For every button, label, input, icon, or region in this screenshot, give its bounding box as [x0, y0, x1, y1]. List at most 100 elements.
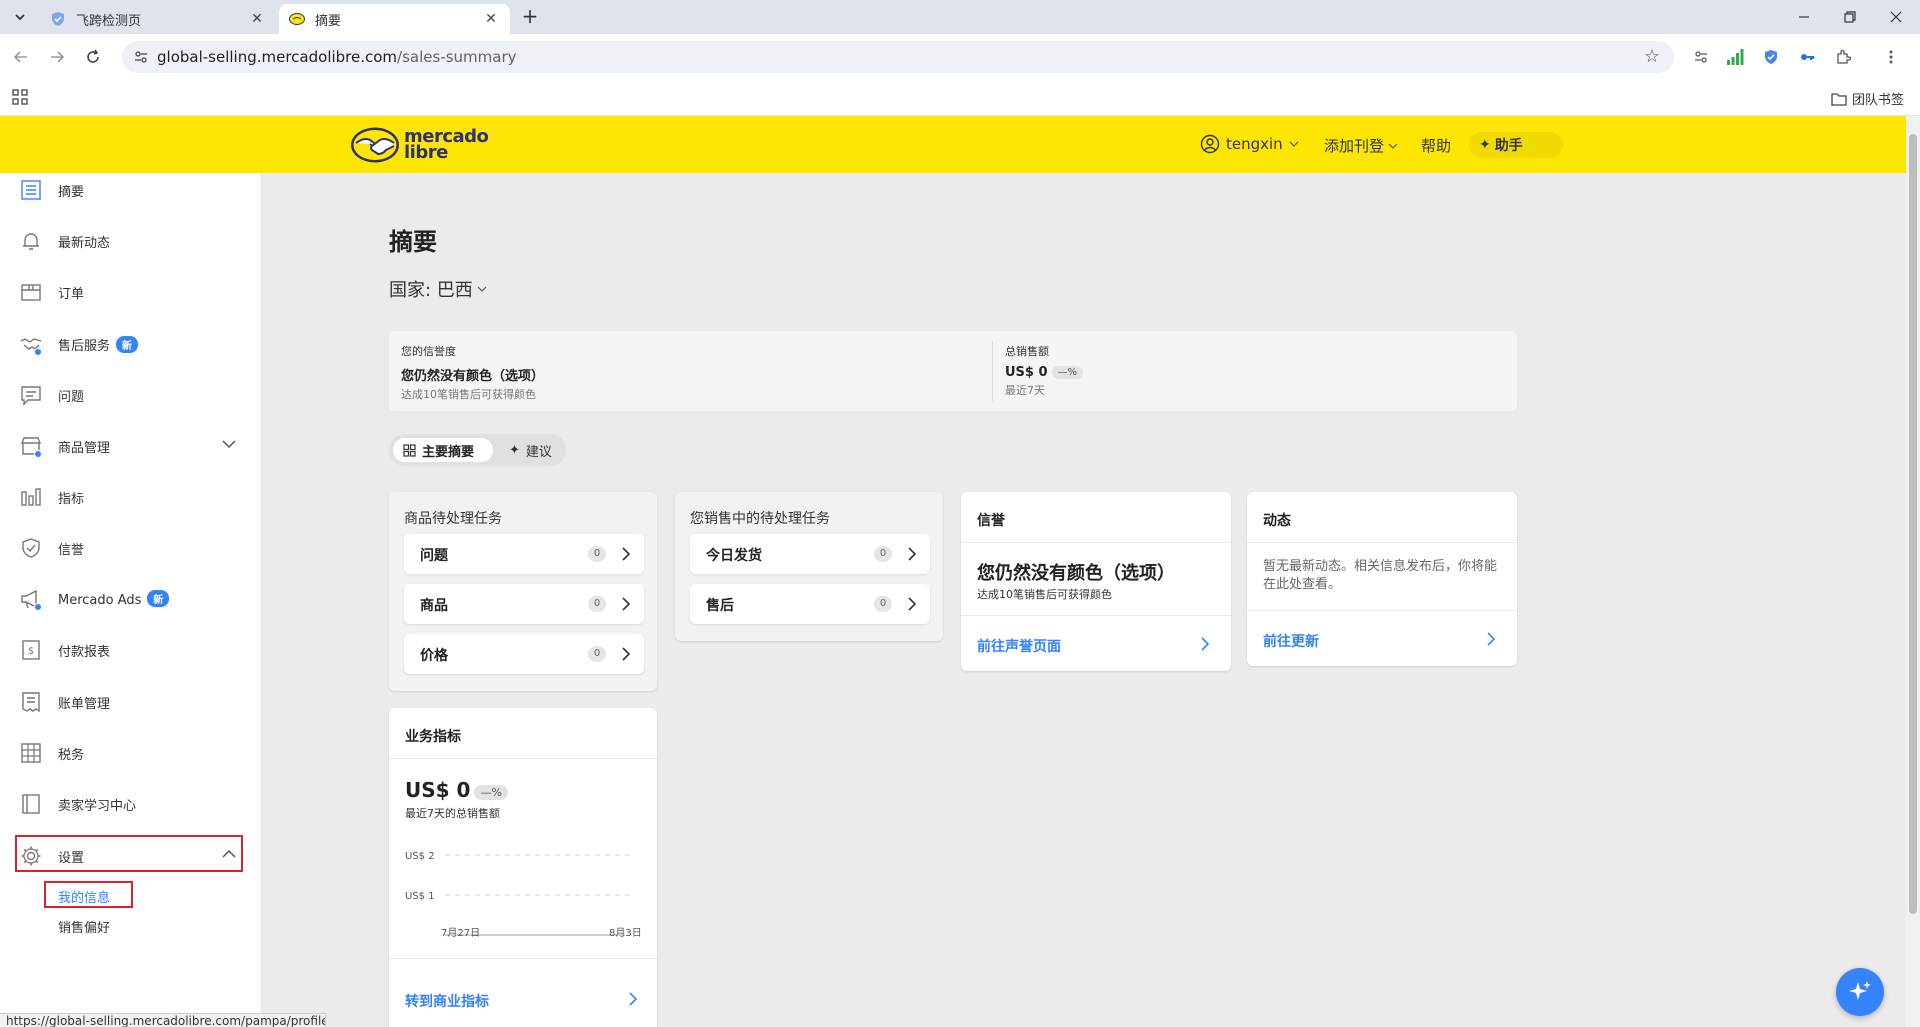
- sidebar-item-news[interactable]: 最新动态: [0, 220, 262, 260]
- divider: [961, 542, 1231, 543]
- sidebar-item-label: 最新动态: [58, 236, 111, 251]
- url-path: /sales-summary: [397, 48, 517, 66]
- signal-bars-icon[interactable]: [1724, 46, 1746, 68]
- sidebar-item-label: 售后服务新: [58, 335, 139, 354]
- url-text[interactable]: global-selling.mercadolibre.com/sales-su…: [157, 48, 517, 66]
- country-label: 国家: 巴西: [389, 280, 473, 301]
- help-link[interactable]: 帮助: [1421, 135, 1451, 156]
- sidebar-item-questions[interactable]: 问题: [0, 374, 262, 414]
- restore-button[interactable]: [1826, 0, 1874, 34]
- x-tick-label: 8月3日: [609, 927, 642, 939]
- sidebar-item-product-management[interactable]: 商品管理: [0, 425, 262, 465]
- chevron-right-icon[interactable]: [1487, 632, 1495, 646]
- country-selector[interactable]: 国家: 巴西: [389, 276, 487, 302]
- sidebar-item-label: 税务: [58, 748, 85, 763]
- url-host: global-selling.mercadolibre.com: [157, 48, 398, 66]
- sidebar-item-label: 信誉: [58, 543, 85, 558]
- user-menu[interactable]: tengxin: [1200, 134, 1299, 154]
- task-products[interactable]: 商品 0: [404, 584, 644, 624]
- puzzle-extensions-icon[interactable]: [1832, 46, 1854, 68]
- sidebar-item-billing[interactable]: 账单管理: [0, 681, 262, 721]
- sidebar-item-label: 卖家学习中心: [58, 799, 137, 814]
- sales-tasks-title: 您销售中的待处理任务: [690, 511, 830, 527]
- chevron-down-icon: [1388, 143, 1398, 149]
- tab-title: 摘要: [315, 13, 342, 29]
- metrics-sub: 最近7天的总销售额: [405, 807, 500, 820]
- browser-tab-inactive[interactable]: 飞跨检测页 ✕: [40, 4, 276, 34]
- sidebar-item-summary[interactable]: 摘要: [0, 169, 262, 209]
- restore-icon: [1844, 11, 1856, 23]
- handshake-logo-icon: [351, 127, 399, 163]
- bookmark-folder[interactable]: 团队书签: [1831, 89, 1904, 108]
- new-tab-button[interactable]: +: [518, 5, 542, 29]
- assistant-label: 助手: [1494, 138, 1523, 154]
- close-tab-icon[interactable]: ✕: [482, 11, 500, 27]
- minimize-icon: [1799, 16, 1809, 18]
- bookmark-star-icon[interactable]: ☆: [1644, 46, 1660, 67]
- sidebar-item-learning-center[interactable]: 卖家学习中心: [0, 783, 262, 823]
- task-count: 0: [588, 596, 606, 612]
- close-window-button[interactable]: [1872, 0, 1920, 34]
- chevron-right-icon[interactable]: [1201, 637, 1209, 651]
- sidebar-item-mercado-ads[interactable]: Mercado Ads 新: [0, 578, 262, 618]
- close-tab-icon[interactable]: ✕: [248, 11, 266, 27]
- task-ship-today[interactable]: 今日发货 0: [690, 534, 930, 574]
- apps-grid-icon[interactable]: [12, 89, 30, 107]
- task-label: 商品: [420, 598, 448, 614]
- business-metrics-card: 业务指标 US$ 0 —% 最近7天的总销售额 US$ 2 US$ 1 7月27日 8月…: [389, 708, 657, 1027]
- sidebar-item-payment-reports[interactable]: $ 付款报表: [0, 629, 262, 669]
- task-count: 0: [588, 546, 606, 562]
- chevron-right-icon[interactable]: [629, 992, 637, 1006]
- segment-suggestions-label: 建议: [525, 444, 552, 460]
- sidebar-item-orders[interactable]: 订单: [0, 271, 262, 311]
- folder-icon: [1831, 92, 1847, 106]
- more-menu-icon[interactable]: [1880, 46, 1902, 68]
- segment-main-summary[interactable]: 主要摘要: [393, 438, 493, 462]
- scrollbar-thumb[interactable]: [1909, 134, 1917, 914]
- forward-button[interactable]: [44, 44, 70, 70]
- minimize-button[interactable]: [1780, 0, 1828, 34]
- address-bar[interactable]: global-selling.mercadolibre.com/sales-su…: [122, 41, 1674, 73]
- shield-extension-icon[interactable]: [1760, 46, 1782, 68]
- task-questions[interactable]: 问题 0: [404, 534, 644, 574]
- grid-icon: [403, 443, 416, 457]
- reputation-card-sub: 达成10笔销售后可获得颜色: [977, 588, 1112, 601]
- back-button[interactable]: [8, 44, 34, 70]
- reload-button[interactable]: [80, 44, 106, 70]
- box-icon: [21, 284, 41, 301]
- tab-search-button[interactable]: [8, 5, 32, 29]
- divider: [1247, 610, 1517, 611]
- browser-tab-active[interactable]: 摘要 ✕: [279, 4, 510, 34]
- bookmark-folder-label: 团队书签: [1851, 93, 1904, 108]
- activity-card: 动态 暂无最新动态。相关信息发布后，你将能在此处查看。 前往更新: [1247, 492, 1517, 666]
- task-label: 价格: [420, 648, 448, 664]
- sidebar-item-after-sales[interactable]: 售后服务新: [0, 323, 262, 363]
- arrow-right-icon: [51, 51, 65, 63]
- reputation-value: 您仍然没有颜色（选项）: [401, 369, 545, 384]
- go-reputation-link[interactable]: 前往声誉页面: [977, 636, 1061, 656]
- go-business-metrics-link[interactable]: 转到商业指标: [405, 991, 489, 1011]
- task-prices[interactable]: 价格 0: [404, 634, 644, 674]
- extension-sliders-icon[interactable]: [1690, 46, 1712, 68]
- mercadolibre-logo[interactable]: mercado libre: [350, 126, 489, 164]
- key-icon[interactable]: [1796, 46, 1818, 68]
- sidebar-item-tax[interactable]: 税务: [0, 732, 262, 772]
- logo-line-2: libre: [404, 142, 448, 163]
- sidebar-item-reputation[interactable]: 信誉: [0, 527, 262, 567]
- chevron-right-icon: [622, 547, 630, 561]
- task-after-sales[interactable]: 售后 0: [690, 584, 930, 624]
- divider: [961, 615, 1231, 616]
- go-updates-link[interactable]: 前往更新: [1263, 631, 1319, 651]
- segment-suggestions[interactable]: ✦ 建议: [499, 438, 562, 462]
- site-settings-icon[interactable]: [132, 48, 150, 66]
- floating-assistant-button[interactable]: [1836, 968, 1884, 1016]
- close-icon: [1890, 11, 1902, 23]
- segment-main-label: 主要摘要: [422, 444, 475, 460]
- page-scrollbar[interactable]: [1906, 116, 1920, 1027]
- sidebar-subitem-sales-preferences[interactable]: 销售偏好: [58, 917, 110, 936]
- product-tasks-card: 商品待处理任务 问题 0 商品 0 价格 0: [389, 492, 657, 691]
- assistant-button[interactable]: ✦ 助手: [1469, 132, 1563, 158]
- sparkle-icon: [1849, 981, 1871, 1000]
- sidebar-item-metrics[interactable]: 指标: [0, 476, 262, 516]
- add-listing-menu[interactable]: 添加刊登: [1324, 135, 1398, 156]
